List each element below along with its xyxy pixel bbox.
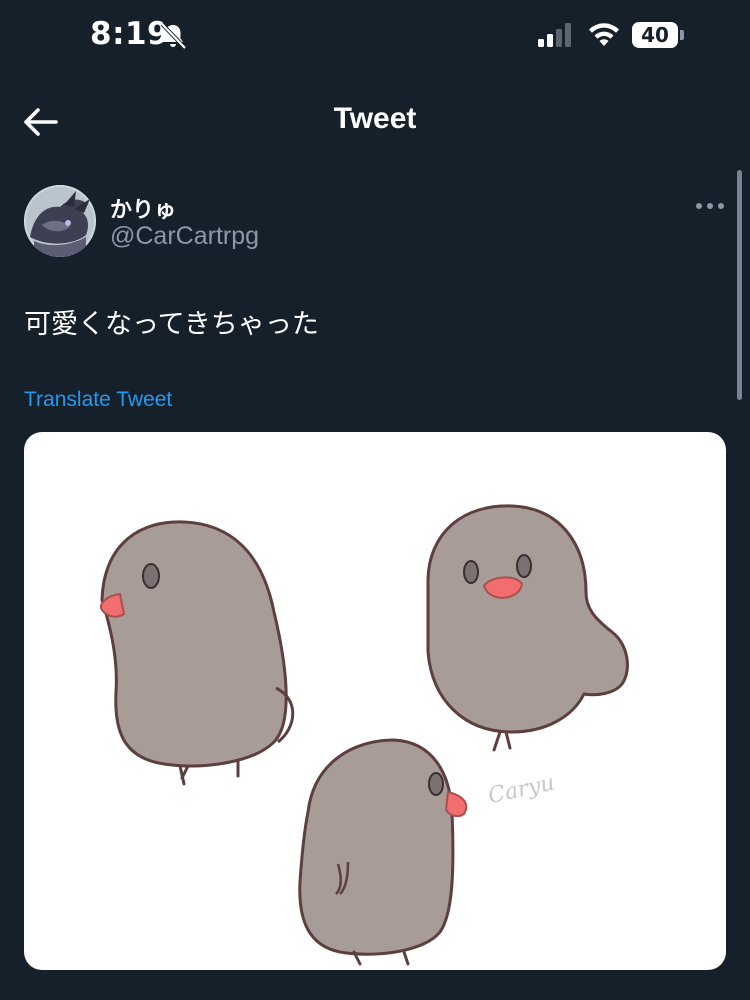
battery-cap — [680, 30, 684, 40]
cellular-signal-icon — [538, 23, 571, 47]
avatar[interactable] — [24, 185, 96, 257]
author-display-name[interactable]: かりゅ — [110, 192, 176, 224]
bird-illustration: Caryu — [100, 504, 629, 966]
bird-left — [100, 520, 295, 786]
bird-bottom — [298, 738, 468, 966]
scrollbar[interactable] — [737, 170, 742, 400]
battery-icon: 40 — [632, 22, 684, 48]
more-options-button[interactable] — [690, 192, 730, 220]
page-title: Tweet — [333, 102, 417, 135]
artist-signature: Caryu — [486, 771, 557, 809]
translate-tweet-link[interactable]: Translate Tweet — [24, 388, 172, 412]
avatar-image — [24, 185, 96, 257]
author-handle[interactable]: @CarCartrpg — [110, 222, 259, 251]
bell-slash-icon — [160, 22, 187, 50]
tweet-media-image[interactable]: Caryu — [24, 432, 726, 970]
nav-bar: Tweet — [0, 80, 750, 164]
battery-level: 40 — [632, 22, 678, 48]
status-bar: 8:19 40 — [0, 0, 750, 70]
tweet-text: 可愛くなってきちゃった — [24, 309, 319, 340]
bird-right — [426, 504, 629, 752]
wifi-icon — [589, 23, 619, 46]
more-horizontal-icon — [696, 203, 724, 209]
tweet-detail-screen: 8:19 40 Tweet かりゅ @CarCartrpg 可愛くなってきちゃっ… — [0, 0, 750, 1000]
